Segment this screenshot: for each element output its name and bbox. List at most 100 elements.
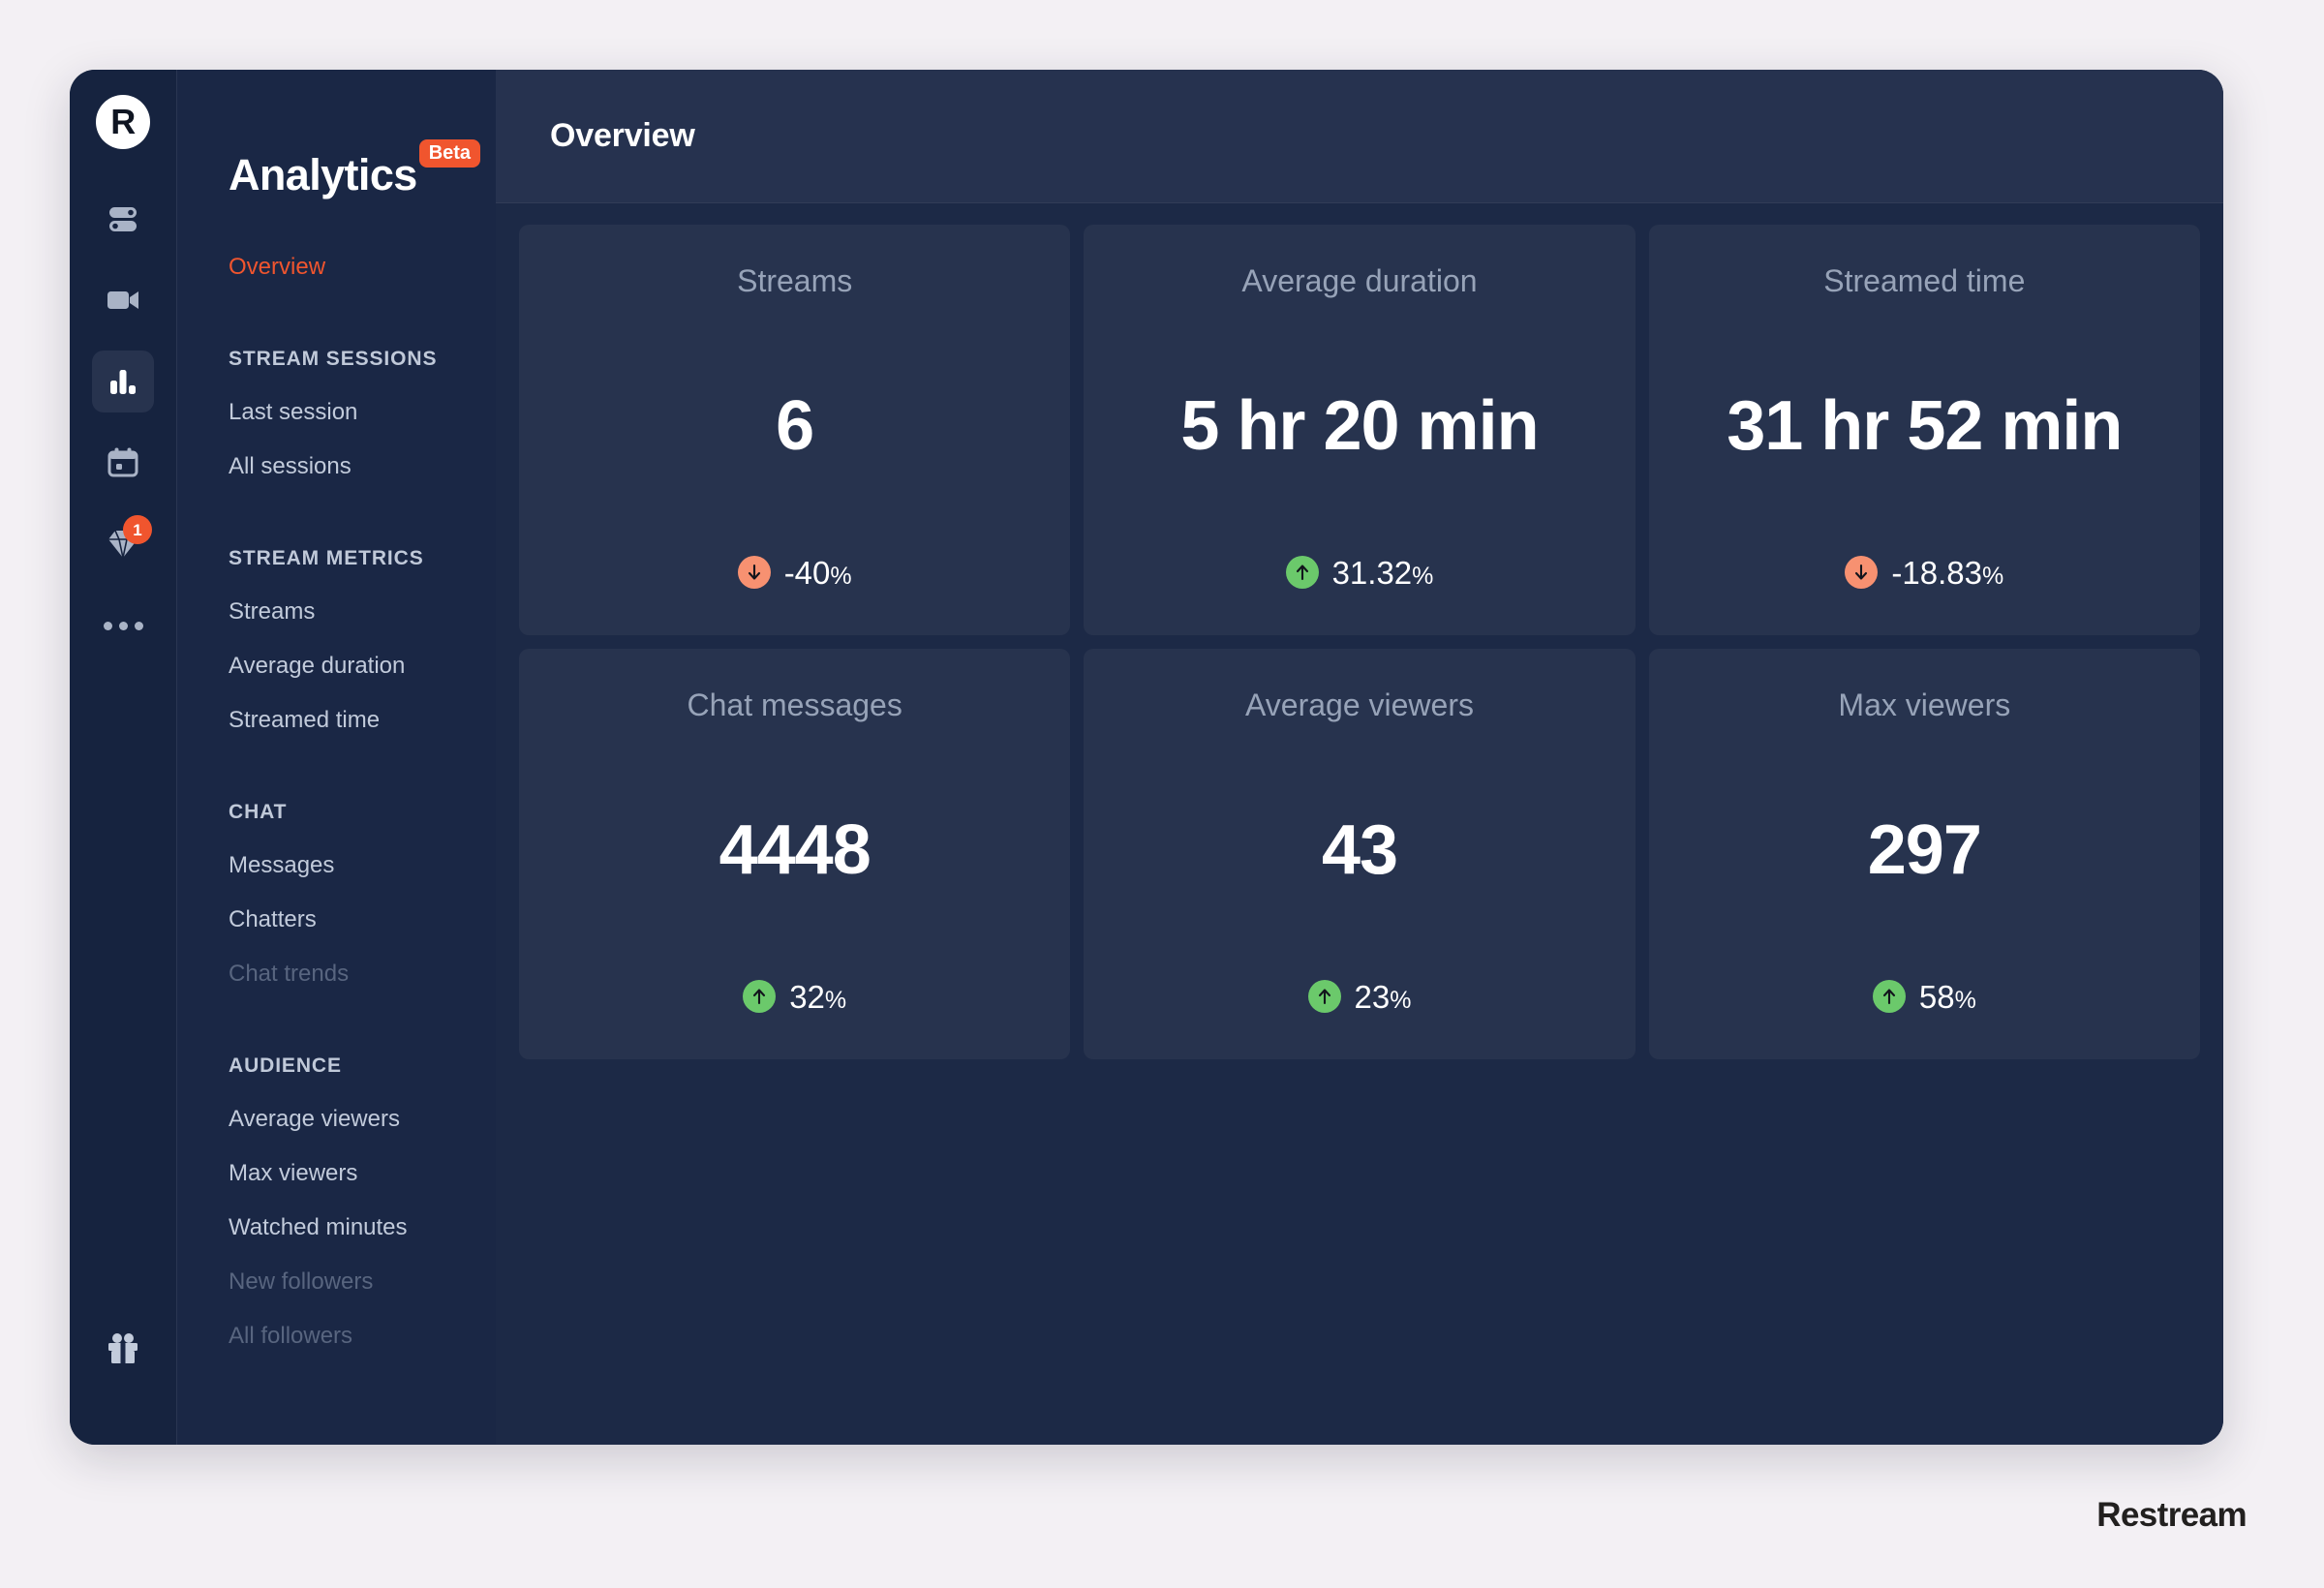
calendar-icon-glyph <box>107 447 138 477</box>
sidebar-item-max-viewers[interactable]: Max viewers <box>229 1146 496 1201</box>
metric-delta-text: 58% <box>1919 981 1976 1013</box>
gift-icon[interactable] <box>92 1317 154 1379</box>
metric-delta-value: 23 <box>1354 978 1391 1015</box>
metric-delta: 23% <box>1307 978 1412 1015</box>
page-heading: Overview <box>550 117 695 154</box>
more-dots-icon-glyph <box>103 621 143 630</box>
sidebar-item-streamed-time[interactable]: Streamed time <box>229 693 496 748</box>
restream-wordmark: Restream <box>2096 1496 2247 1534</box>
sidebar-item-label: New followers <box>229 1268 374 1295</box>
metric-delta: 58% <box>1872 980 1976 1013</box>
metric-delta-unit: % <box>824 986 847 1014</box>
metric-delta-value: -18.83 <box>1891 554 1982 591</box>
diamond-icon[interactable]: 1 <box>92 513 154 575</box>
sidebar-item-all-followers: All followers <box>229 1309 496 1363</box>
sidebar-item-label: Chat trends <box>229 961 350 987</box>
metric-value: 6 <box>776 387 814 465</box>
diamond-notification-badge: 1 <box>123 515 152 544</box>
sidebar-section-chat: CHAT <box>229 784 496 839</box>
sidebar-item-messages[interactable]: Messages <box>229 839 496 893</box>
metric-card-average-viewers[interactable]: Average viewers 43 23% <box>1084 649 1636 1059</box>
arrow-up-icon <box>1307 980 1341 1013</box>
sidebar-section-label: CHAT <box>229 800 288 823</box>
metric-delta-unit: % <box>1412 562 1434 590</box>
video-camera-icon[interactable] <box>92 269 154 331</box>
page-title: Analytics <box>229 150 417 199</box>
sidebar-item-label: Overview <box>229 254 326 280</box>
arrow-up-icon-glyph <box>1318 989 1330 1005</box>
arrow-down-icon-glyph <box>1855 564 1868 580</box>
metric-card-max-viewers[interactable]: Max viewers 297 58% <box>1648 649 2200 1059</box>
arrow-up-icon-glyph <box>1882 989 1895 1005</box>
metric-delta-unit: % <box>1390 986 1412 1014</box>
metric-card-streamed-time[interactable]: Streamed time 31 hr 52 min -18.83% <box>1648 225 2200 635</box>
rail-bottom-group <box>70 1317 176 1398</box>
arrow-down-icon-glyph <box>748 564 760 580</box>
sidebar: Analytics Beta Overview STREAM SESSIONS … <box>176 70 496 1445</box>
metric-delta-unit: % <box>1981 562 2004 590</box>
sidebar-nav: Overview STREAM SESSIONS Last session Al… <box>176 240 496 1363</box>
sidebar-item-label: Average duration <box>229 653 406 679</box>
metric-delta: 31.32% <box>1285 556 1434 589</box>
sidebar-item-average-duration[interactable]: Average duration <box>229 639 496 693</box>
sidebar-item-label: All sessions <box>229 453 352 479</box>
metric-delta: 32% <box>743 980 846 1013</box>
sidebar-item-last-session[interactable]: Last session <box>229 385 496 440</box>
arrow-up-icon <box>1872 980 1906 1013</box>
metric-label: Max viewers <box>1838 687 2011 722</box>
sliders-icon-glyph <box>109 207 137 231</box>
metric-value: 31 hr 52 min <box>1727 387 2123 465</box>
sidebar-item-label: Streams <box>229 598 316 625</box>
more-dots-icon[interactable] <box>92 595 154 657</box>
arrow-up-icon-glyph <box>753 989 766 1005</box>
sidebar-section-audience: AUDIENCE <box>229 1038 496 1092</box>
sidebar-item-average-viewers[interactable]: Average viewers <box>229 1092 496 1146</box>
sidebar-section-stream-metrics: STREAM METRICS <box>229 531 496 585</box>
sidebar-item-label: All followers <box>229 1323 353 1349</box>
sidebar-section-label: AUDIENCE <box>229 1054 342 1077</box>
metric-label: Chat messages <box>687 687 902 722</box>
sidebar-item-label: Watched minutes <box>229 1214 408 1240</box>
bar-chart-icon <box>110 370 136 394</box>
sidebar-item-watched-minutes[interactable]: Watched minutes <box>229 1201 496 1255</box>
metric-delta-value: 31.32 <box>1331 554 1413 591</box>
sidebar-item-new-followers: New followers <box>229 1255 496 1309</box>
metric-delta-text: -18.83% <box>1891 557 2003 589</box>
sidebar-section-label: STREAM SESSIONS <box>229 347 438 370</box>
metric-delta-text: 31.32% <box>1332 557 1434 589</box>
metric-label: Average duration <box>1241 263 1478 298</box>
metric-label: Average viewers <box>1245 687 1474 722</box>
metric-value: 297 <box>1867 811 1982 889</box>
sidebar-item-overview[interactable]: Overview <box>229 240 496 294</box>
gift-icon-glyph <box>108 1333 138 1363</box>
metric-delta: -40% <box>737 556 852 590</box>
arrow-up-icon-glyph <box>1296 565 1308 581</box>
sidebar-item-all-sessions[interactable]: All sessions <box>229 440 496 494</box>
sidebar-item-analytics[interactable] <box>92 351 154 412</box>
metric-delta-unit: % <box>1954 986 1976 1014</box>
metric-card-grid: Streams 6 -40% Average duration 5 hr 20 … <box>519 225 2200 1059</box>
sidebar-item-chatters[interactable]: Chatters <box>229 893 496 947</box>
arrow-down-icon <box>737 556 771 589</box>
arrow-up-icon <box>1285 556 1319 589</box>
metric-value: 43 <box>1321 811 1398 889</box>
metric-card-streams[interactable]: Streams 6 -40% <box>519 225 1071 635</box>
sidebar-item-label: Chatters <box>229 906 317 932</box>
icon-rail: R 1 <box>70 70 176 1445</box>
sidebar-item-label: Max viewers <box>229 1160 358 1186</box>
calendar-icon[interactable] <box>92 432 154 494</box>
metric-delta-unit: % <box>830 562 852 590</box>
metric-delta-value: 32 <box>789 978 825 1015</box>
main-content: Overview Streams 6 -40% Average duration… <box>496 70 2223 1445</box>
restream-logo-icon[interactable]: R <box>96 95 150 149</box>
sliders-icon[interactable] <box>92 188 154 250</box>
metric-card-average-duration[interactable]: Average duration 5 hr 20 min 31.32% <box>1084 225 1636 635</box>
metric-card-chat-messages[interactable]: Chat messages 4448 32% <box>519 649 1071 1059</box>
sidebar-item-streams[interactable]: Streams <box>229 585 496 639</box>
arrow-down-icon <box>1845 556 1879 589</box>
metrics-area: Streams 6 -40% Average duration 5 hr 20 … <box>496 203 2223 1445</box>
sidebar-item-label: Streamed time <box>229 707 381 733</box>
metric-delta: -18.83% <box>1845 556 2003 589</box>
sidebar-section-stream-sessions: STREAM SESSIONS <box>229 331 496 385</box>
arrow-up-icon <box>743 980 777 1013</box>
